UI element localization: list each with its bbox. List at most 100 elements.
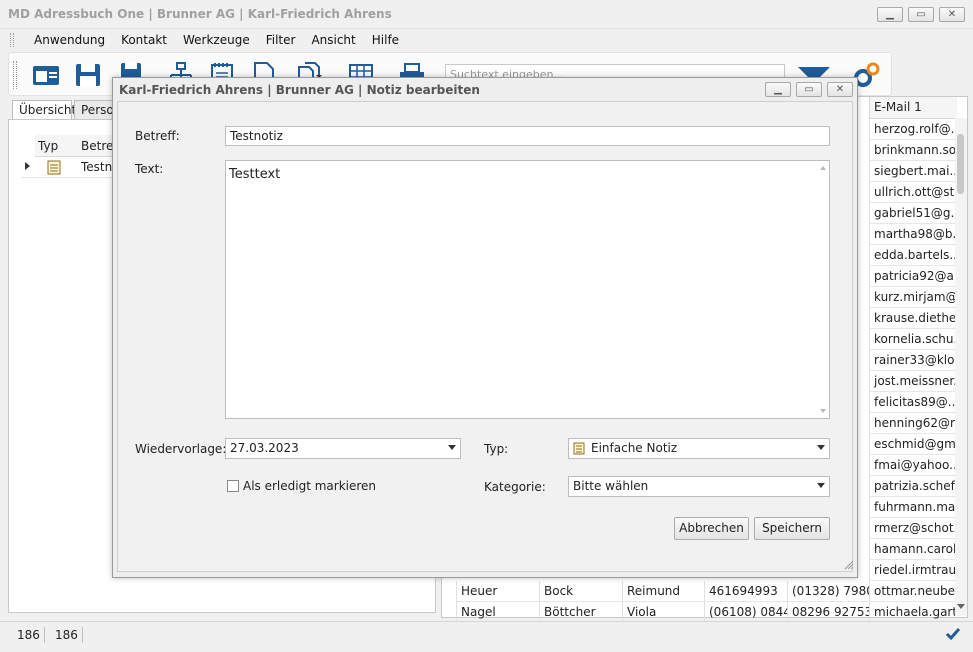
note-icon — [47, 160, 61, 175]
tab-uebersicht[interactable]: Übersicht — [12, 100, 76, 120]
text-value: Testtext — [229, 167, 281, 182]
menu-anwendung[interactable]: Anwendung — [26, 33, 113, 47]
kategorie-value: Bitte wählen — [573, 479, 649, 493]
main-window-title: MD Adressbuch One | Brunner AG | Karl-Fr… — [8, 7, 392, 21]
email-cell[interactable]: eschmid@gm... — [869, 434, 957, 455]
menu-hilfe[interactable]: Hilfe — [364, 33, 407, 47]
save-button[interactable]: Speichern — [754, 517, 830, 540]
menu-ansicht[interactable]: Ansicht — [303, 33, 363, 47]
typ-value: Einfache Notiz — [591, 441, 678, 455]
email-cell[interactable]: patrizia.schef... — [869, 476, 957, 497]
email-cell[interactable]: fuhrmann.ma... — [869, 497, 957, 518]
dialog-minimize-button[interactable]: ▁ — [765, 82, 791, 97]
toolbar-grip[interactable] — [13, 61, 17, 89]
done-checkbox-label[interactable]: Als erledigt markieren — [243, 479, 376, 493]
menu-werkzeuge[interactable]: Werkzeuge — [175, 33, 258, 47]
kategorie-label: Kategorie: — [484, 480, 546, 494]
save-icon[interactable] — [73, 61, 103, 89]
contact-card-icon[interactable] — [31, 61, 61, 89]
maximize-button[interactable]: ▭ — [908, 7, 934, 22]
column-email-1[interactable]: E-Mail 1 — [869, 97, 957, 119]
wiedervorlage-date-picker[interactable]: 27.03.2023 — [225, 438, 461, 459]
scroll-down-icon[interactable] — [820, 409, 826, 413]
chevron-down-icon[interactable] — [817, 483, 825, 488]
betreff-label: Betreff: — [135, 129, 180, 143]
wiedervorlage-value: 27.03.2023 — [230, 441, 299, 455]
table-cell[interactable]: ottmar.neube... — [869, 581, 957, 602]
scroll-down-icon[interactable] — [957, 604, 965, 609]
close-icon: ✕ — [947, 8, 957, 20]
email-cell[interactable]: krause.diethe... — [869, 308, 957, 329]
email-cell[interactable]: fmai@yahoo.... — [869, 455, 957, 476]
menu-bar: Anwendung Kontakt Werkzeuge Filter Ansic… — [8, 29, 968, 51]
menu-kontakt[interactable]: Kontakt — [113, 33, 175, 47]
minimize-icon: ▁ — [774, 83, 782, 95]
text-textarea[interactable]: Testtext — [225, 160, 830, 419]
main-window-titlebar[interactable]: MD Adressbuch One | Brunner AG | Karl-Fr… — [0, 0, 973, 29]
email-cell[interactable]: rmerz@schot... — [869, 518, 957, 539]
menu-grip-handle[interactable] — [10, 33, 14, 47]
text-label: Text: — [135, 162, 164, 176]
email-cell[interactable]: hamann.carol... — [869, 539, 957, 560]
dialog-maximize-button[interactable]: ▭ — [796, 82, 822, 97]
email-cell[interactable]: siegbert.mai... — [869, 161, 957, 182]
email-cell[interactable]: brinkmann.so... — [869, 140, 957, 161]
table-cell[interactable]: (06108) 0844... — [704, 602, 787, 623]
tab-person[interactable]: Person — [74, 100, 121, 120]
email-cell[interactable]: herzog.rolf@... — [869, 119, 957, 140]
table-cell[interactable]: Nagel — [456, 602, 539, 623]
row-indicator-icon — [25, 162, 30, 170]
email-cell[interactable]: kornelia.schu... — [869, 329, 957, 350]
status-count-total: 186 — [17, 628, 40, 642]
scroll-up-icon[interactable] — [820, 166, 826, 170]
table-cell[interactable]: 08296 92753 — [787, 602, 869, 623]
email-cell[interactable]: kurz.mirjam@... — [869, 287, 957, 308]
email-cell[interactable]: felicitas89@... — [869, 392, 957, 413]
table-cell[interactable]: Reimund — [622, 581, 704, 602]
email-cell[interactable]: henning62@r... — [869, 413, 957, 434]
betreff-input[interactable]: Testnotiz — [225, 126, 830, 146]
minimize-icon: ▁ — [886, 8, 894, 20]
wiedervorlage-label: Wiedervorlage: — [135, 442, 227, 456]
typ-label: Typ: — [484, 442, 509, 456]
close-icon: ✕ — [835, 83, 845, 95]
email-cell[interactable]: patricia92@a... — [869, 266, 957, 287]
table-cell[interactable]: michaela.gart... — [869, 602, 957, 623]
typ-select[interactable]: Einfache Notiz — [568, 438, 830, 459]
email-cell[interactable]: rainer33@klo... — [869, 350, 957, 371]
table-cell[interactable]: Heuer — [456, 581, 539, 602]
scrollbar-thumb[interactable] — [957, 134, 964, 194]
vertical-scrollbar[interactable] — [955, 118, 967, 616]
table-cell[interactable]: Bock — [539, 581, 622, 602]
dialog-close-button[interactable]: ✕ — [827, 82, 853, 97]
status-bar: 186 186 — [0, 621, 973, 652]
chevron-down-icon[interactable] — [817, 445, 825, 450]
email-cell[interactable]: riedel.irmtrau... — [869, 560, 957, 581]
done-checkbox[interactable] — [227, 480, 239, 492]
cancel-button[interactable]: Abbrechen — [674, 517, 749, 540]
resize-grip-icon[interactable] — [844, 560, 854, 570]
dialog-title: Karl-Friedrich Ahrens | Brunner AG | Not… — [119, 83, 480, 97]
column-typ[interactable]: Typ — [38, 139, 58, 153]
close-button[interactable]: ✕ — [939, 7, 965, 22]
dialog-body: Betreff: Testnotiz Text: Testtext Wieder… — [117, 101, 854, 572]
note-icon — [573, 442, 585, 455]
table-cell[interactable]: (01328) 7980... — [787, 581, 869, 602]
status-count-filtered: 186 — [55, 628, 78, 642]
email-cell[interactable]: gabriel51@g... — [869, 203, 957, 224]
email-cell[interactable]: edda.bartels... — [869, 245, 957, 266]
edit-note-dialog: Karl-Friedrich Ahrens | Brunner AG | Not… — [112, 77, 858, 578]
maximize-icon: ▭ — [804, 83, 814, 95]
email-cell[interactable]: jost.meissner... — [869, 371, 957, 392]
email-cell[interactable]: martha98@b... — [869, 224, 957, 245]
table-cell[interactable]: Viola — [622, 602, 704, 623]
table-cell[interactable]: 461694993 — [704, 581, 787, 602]
chevron-down-icon[interactable] — [448, 445, 456, 450]
kategorie-select[interactable]: Bitte wählen — [568, 476, 830, 497]
minimize-button[interactable]: ▁ — [877, 7, 903, 22]
email-cell[interactable]: ullrich.ott@st... — [869, 182, 957, 203]
maximize-icon: ▭ — [916, 8, 926, 20]
checkmark-icon — [945, 628, 961, 641]
menu-filter[interactable]: Filter — [258, 33, 304, 47]
table-cell[interactable]: Böttcher — [539, 602, 622, 623]
